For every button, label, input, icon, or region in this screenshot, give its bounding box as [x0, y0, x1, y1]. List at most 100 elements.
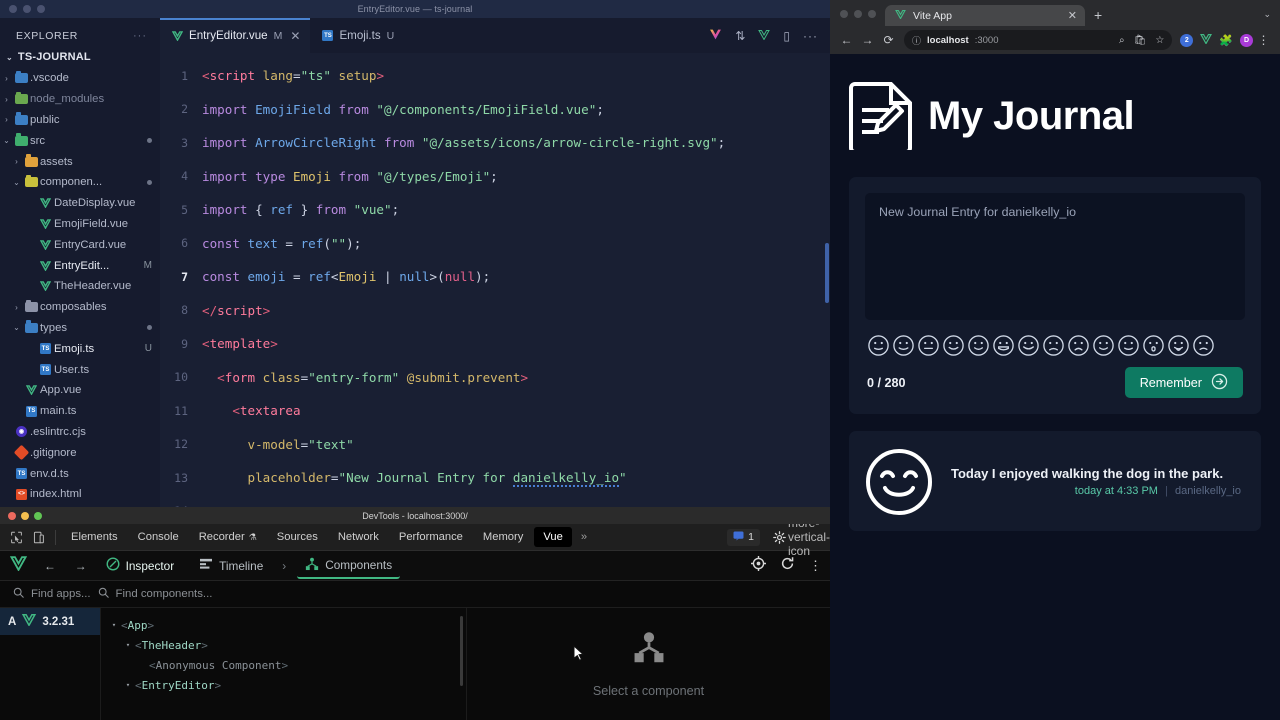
devtools-tab-memory[interactable]: Memory [474, 527, 532, 547]
emoji-teeth[interactable] [992, 334, 1015, 357]
emoji-grin[interactable] [942, 334, 965, 357]
file-tree-item[interactable]: › assets [0, 151, 160, 172]
devtools-tab-network[interactable]: Network [329, 527, 388, 547]
emoji-surprised[interactable] [1142, 334, 1165, 357]
code-line[interactable]: 7 const emoji = ref<Emoji | null>(null); [160, 260, 830, 294]
journal-entry-card[interactable]: Today I enjoyed walking the dog in the p… [849, 431, 1261, 531]
vue-tab-components[interactable]: Components [297, 553, 401, 579]
vue-tab-timeline[interactable]: Timeline [191, 554, 271, 577]
vue-preview-icon[interactable] [758, 29, 771, 43]
vue-tab-inspector[interactable]: Inspector [98, 553, 189, 578]
reload-button[interactable]: ⟳ [878, 30, 899, 51]
file-tree-item[interactable]: › public [0, 110, 160, 131]
code-line[interactable]: 5 import { ref } from "vue"; [160, 193, 830, 227]
puzzle-extension-icon[interactable]: 🧩 [1219, 34, 1233, 47]
info-icon[interactable]: ⓘ [912, 34, 921, 47]
devtools-tab-recorder[interactable]: Recorder ⚗ [190, 527, 266, 547]
editor-tab-actions[interactable]: ⇅ ▯ ··· [709, 18, 830, 53]
target-select-icon[interactable] [751, 555, 766, 576]
emoji-slight[interactable] [1092, 334, 1115, 357]
forward-button[interactable]: → [857, 30, 878, 51]
code-line[interactable]: 10 <form class="entry-form" @submit.prev… [160, 361, 830, 395]
file-tree-item[interactable]: TS env.d.ts [0, 463, 160, 484]
emoji-zany[interactable] [917, 334, 940, 357]
maximize-button[interactable] [868, 10, 876, 18]
vue-devtools-toolbar[interactable]: ← → Inspector Timeline › Components ⋮ [0, 551, 830, 581]
file-tree-item[interactable]: TheHeader.vue [0, 276, 160, 297]
find-apps-search[interactable]: Find apps... [0, 587, 91, 601]
close-tab-icon[interactable]: ✕ [290, 29, 300, 43]
emoji-tongue[interactable] [1167, 334, 1190, 357]
file-tree-item[interactable]: ⌄ src [0, 130, 160, 151]
gear-icon[interactable] [768, 527, 790, 548]
file-tree-item[interactable]: TS main.ts [0, 401, 160, 422]
expand-triangle-icon[interactable]: ▾ [121, 681, 135, 689]
file-tree[interactable]: › .vscode › node_modules › public ⌄ src › assets ⌄… [0, 66, 160, 505]
profile-avatar[interactable]: D [1240, 33, 1253, 47]
emoji-sad[interactable] [1042, 334, 1065, 357]
app-chip[interactable]: A 3.2.31 [0, 608, 100, 635]
browser-extensions[interactable]: 2 🧩 D [1177, 31, 1253, 49]
code-line[interactable]: 8 </script> [160, 294, 830, 328]
file-tree-item[interactable]: EntryCard.vue [0, 234, 160, 255]
devtools-overflow-button[interactable]: » [572, 527, 596, 547]
file-tree-item[interactable]: EmojiField.vue [0, 214, 160, 235]
back-button[interactable]: ← [836, 30, 857, 51]
split-sync-icon[interactable]: ⇅ [735, 29, 745, 43]
message-count-badge[interactable]: 1 [727, 528, 760, 546]
component-tree-scrollbar[interactable] [460, 616, 463, 686]
expand-triangle-icon[interactable]: ▾ [107, 621, 121, 629]
close-tab-icon[interactable]: ✕ [1068, 9, 1077, 22]
code-line[interactable]: 11 <textarea [160, 394, 830, 428]
code-line[interactable]: 3 import ArrowCircleRight from "@/assets/… [160, 126, 830, 160]
more-vertical-icon[interactable]: ⋮ [809, 558, 822, 574]
vue-devtools-icon[interactable] [709, 29, 722, 43]
component-tree-node[interactable]: <Anonymous Component> [101, 655, 466, 675]
file-tree-item[interactable]: DateDisplay.vue [0, 193, 160, 214]
devtools-search-row[interactable]: Find apps... Find components... [0, 581, 830, 608]
address-bar[interactable]: ⓘ localhost:3000 ⌕ 🛍 ☆ [904, 30, 1173, 50]
zoom-icon[interactable]: ⌕ [1119, 35, 1125, 46]
emoji-frown[interactable] [1192, 334, 1215, 357]
chevron-icon[interactable]: ⌄ [0, 136, 13, 145]
split-editor-icon[interactable]: ▯ [783, 29, 790, 43]
emoji-cool[interactable] [892, 334, 915, 357]
devtools-tab-elements[interactable]: Elements [62, 527, 127, 547]
component-tree[interactable]: ▾ <App> ▾ <TheHeader> <Anonymous Component> ▾… [100, 608, 466, 720]
file-tree-item[interactable]: ⌄ componen... [0, 172, 160, 193]
devtools-tab-performance[interactable]: Performance [390, 527, 472, 547]
file-tree-item[interactable]: ⌄ types [0, 318, 160, 339]
devtools-tab-sources[interactable]: Sources [268, 527, 327, 547]
file-tree-item[interactable]: TS User.ts [0, 359, 160, 380]
browser-tab[interactable]: Vite App ✕ [885, 5, 1085, 26]
code-line[interactable]: 2 import EmojiField from "@/components/Em… [160, 93, 830, 127]
file-tree-item[interactable]: EntryEdit... M [0, 255, 160, 276]
code-line[interactable]: 4 import type Emoji from "@/types/Emoji"; [160, 160, 830, 194]
emoji-content[interactable] [1117, 334, 1140, 357]
explorer-root-folder[interactable]: ⌄ TS-JOURNAL [0, 48, 160, 66]
code-line[interactable]: 6 const text = ref(""); [160, 227, 830, 261]
code-line[interactable]: 12 v-model="text" [160, 428, 830, 462]
devtools-tab-vue[interactable]: Vue [534, 527, 572, 547]
code-line[interactable]: 9 <template> [160, 327, 830, 361]
code-line[interactable]: 1 <script lang="ts" setup> [160, 59, 830, 93]
file-tree-item[interactable]: App.vue [0, 380, 160, 401]
chevron-icon[interactable]: › [10, 157, 23, 166]
browser-menu-icon[interactable]: ⋮ [1253, 30, 1274, 51]
refresh-icon[interactable] [780, 556, 795, 576]
editor-tabbar[interactable]: EntryEditor.vue M ✕ TS Emoji.ts U ⇅ ▯ ··· [160, 18, 830, 53]
minimize-button[interactable] [854, 10, 862, 18]
vue-toolbar-chevron-icon[interactable]: › [274, 555, 294, 577]
emoji-smirk[interactable] [967, 334, 990, 357]
browser-window-controls[interactable] [830, 10, 885, 26]
editor-tab[interactable]: TS Emoji.ts U [310, 18, 404, 53]
file-tree-item[interactable]: › composables [0, 297, 160, 318]
component-tree-node[interactable]: ▾ <EntryEditor> [101, 675, 466, 695]
tab-list-chevron-icon[interactable]: ⌄ [1263, 9, 1280, 26]
file-tree-item[interactable]: TS Emoji.ts U [0, 338, 160, 359]
chevron-icon[interactable]: › [10, 303, 23, 312]
chevron-icon[interactable]: › [0, 74, 13, 83]
device-toolbar-icon[interactable] [27, 527, 49, 548]
editor-scrollbar-thumb[interactable] [825, 243, 829, 303]
chevron-icon[interactable]: › [0, 115, 13, 124]
